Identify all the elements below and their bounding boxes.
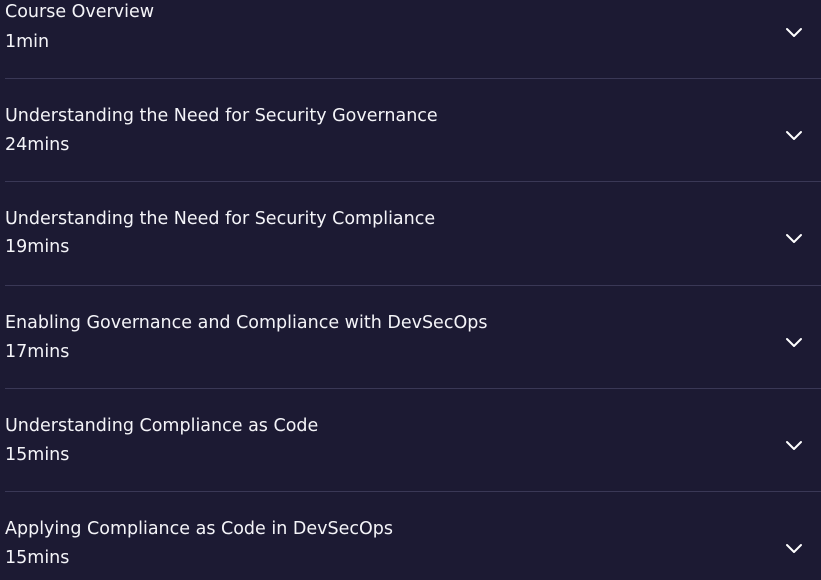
module-duration: 17mins <box>5 342 70 362</box>
module-duration: 1min <box>5 32 50 52</box>
chevron-down-icon[interactable] <box>785 542 803 554</box>
module-course-overview[interactable]: Course Overview 1min <box>0 0 821 78</box>
chevron-down-icon[interactable] <box>785 439 803 451</box>
module-duration: 19mins <box>5 237 70 257</box>
chevron-down-icon[interactable] <box>785 26 803 38</box>
module-title: Understanding the Need for Security Gove… <box>5 106 438 126</box>
module-compliance-as-code[interactable]: Understanding Compliance as Code 15mins <box>0 389 821 491</box>
module-security-compliance[interactable]: Understanding the Need for Security Comp… <box>0 182 821 285</box>
module-devsecops-governance[interactable]: Enabling Governance and Compliance with … <box>0 286 821 388</box>
chevron-down-icon[interactable] <box>785 336 803 348</box>
module-title: Understanding the Need for Security Comp… <box>5 209 436 229</box>
module-title: Enabling Governance and Compliance with … <box>5 313 488 333</box>
module-title: Applying Compliance as Code in DevSecOps <box>5 519 393 539</box>
chevron-down-icon[interactable] <box>785 232 803 244</box>
module-duration: 15mins <box>5 445 70 465</box>
chevron-down-icon[interactable] <box>785 129 803 141</box>
module-duration: 15mins <box>5 548 70 568</box>
module-applying-compliance-as-code[interactable]: Applying Compliance as Code in DevSecOps… <box>0 492 821 580</box>
module-title: Understanding Compliance as Code <box>5 416 319 436</box>
course-module-list: Course Overview 1min Understanding the N… <box>0 0 821 580</box>
module-duration: 24mins <box>5 135 70 155</box>
module-security-governance[interactable]: Understanding the Need for Security Gove… <box>0 79 821 181</box>
module-title: Course Overview <box>5 2 155 22</box>
